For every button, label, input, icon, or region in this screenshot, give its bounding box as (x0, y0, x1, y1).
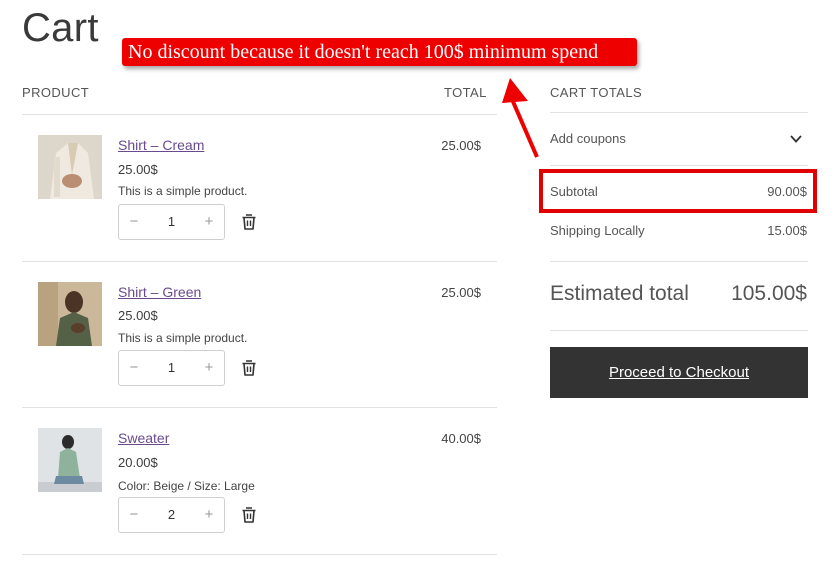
quantity-increase-button[interactable]: + (194, 498, 224, 532)
trash-icon[interactable] (240, 359, 258, 377)
checkout-label: Proceed to Checkout (608, 364, 750, 381)
trash-icon[interactable] (240, 506, 258, 524)
quantity-input[interactable]: 1 (149, 351, 194, 385)
item-description: This is a simple product. (118, 331, 248, 345)
subtotal-highlight-box (539, 169, 817, 213)
item-description: This is a simple product. (118, 184, 248, 198)
quantity-stepper: − 1 + (118, 204, 225, 240)
divider (22, 261, 497, 262)
cart-totals-header: CART TOTALS (550, 85, 643, 100)
quantity-input[interactable]: 1 (149, 205, 194, 239)
divider (22, 407, 497, 408)
quantity-stepper: − 1 + (118, 350, 225, 386)
quantity-increase-button[interactable]: + (194, 205, 224, 239)
product-link-shirt-green[interactable]: Shirt – Green (118, 284, 201, 300)
divider (22, 114, 497, 115)
divider (550, 112, 808, 113)
divider (550, 165, 808, 166)
quantity-decrease-button[interactable]: − (119, 351, 149, 385)
product-link-sweater[interactable]: Sweater (118, 430, 169, 446)
product-photo (38, 428, 102, 492)
chevron-down-icon[interactable] (788, 132, 804, 146)
annotation-callout: No discount because it doesn't reach 100… (122, 38, 637, 66)
divider (22, 554, 497, 555)
estimated-total-label: Estimated total (550, 282, 689, 305)
product-image-sweater[interactable] (38, 428, 102, 492)
product-column-header: PRODUCT (22, 85, 90, 100)
page-title: Cart (22, 6, 99, 50)
divider (550, 330, 808, 331)
product-photo (38, 282, 102, 346)
add-coupons-toggle[interactable]: Add coupons (550, 131, 626, 146)
quantity-input[interactable]: 2 (149, 498, 194, 532)
quantity-stepper: − 2 + (118, 497, 225, 533)
trash-icon[interactable] (240, 213, 258, 231)
quantity-decrease-button[interactable]: − (119, 205, 149, 239)
quantity-decrease-button[interactable]: − (119, 498, 149, 532)
product-link-shirt-cream[interactable]: Shirt – Cream (118, 137, 204, 153)
item-total: 25.00$ (441, 285, 481, 300)
product-image-shirt-green[interactable] (38, 282, 102, 346)
item-total: 40.00$ (441, 431, 481, 446)
item-price: 25.00$ (118, 162, 158, 177)
item-total: 25.00$ (441, 138, 481, 153)
shipping-label: Shipping Locally (550, 223, 645, 238)
item-price: 20.00$ (118, 455, 158, 470)
total-column-header: TOTAL (444, 85, 487, 100)
item-description: Color: Beige / Size: Large (118, 479, 255, 493)
product-image-shirt-cream[interactable] (38, 135, 102, 199)
shipping-value: 15.00$ (767, 223, 807, 238)
quantity-increase-button[interactable]: + (194, 351, 224, 385)
proceed-to-checkout-button[interactable]: Proceed to Checkout (550, 347, 808, 398)
estimated-total-value: 105.00$ (731, 282, 807, 305)
item-price: 25.00$ (118, 308, 158, 323)
divider (550, 261, 808, 262)
product-photo (38, 135, 102, 199)
